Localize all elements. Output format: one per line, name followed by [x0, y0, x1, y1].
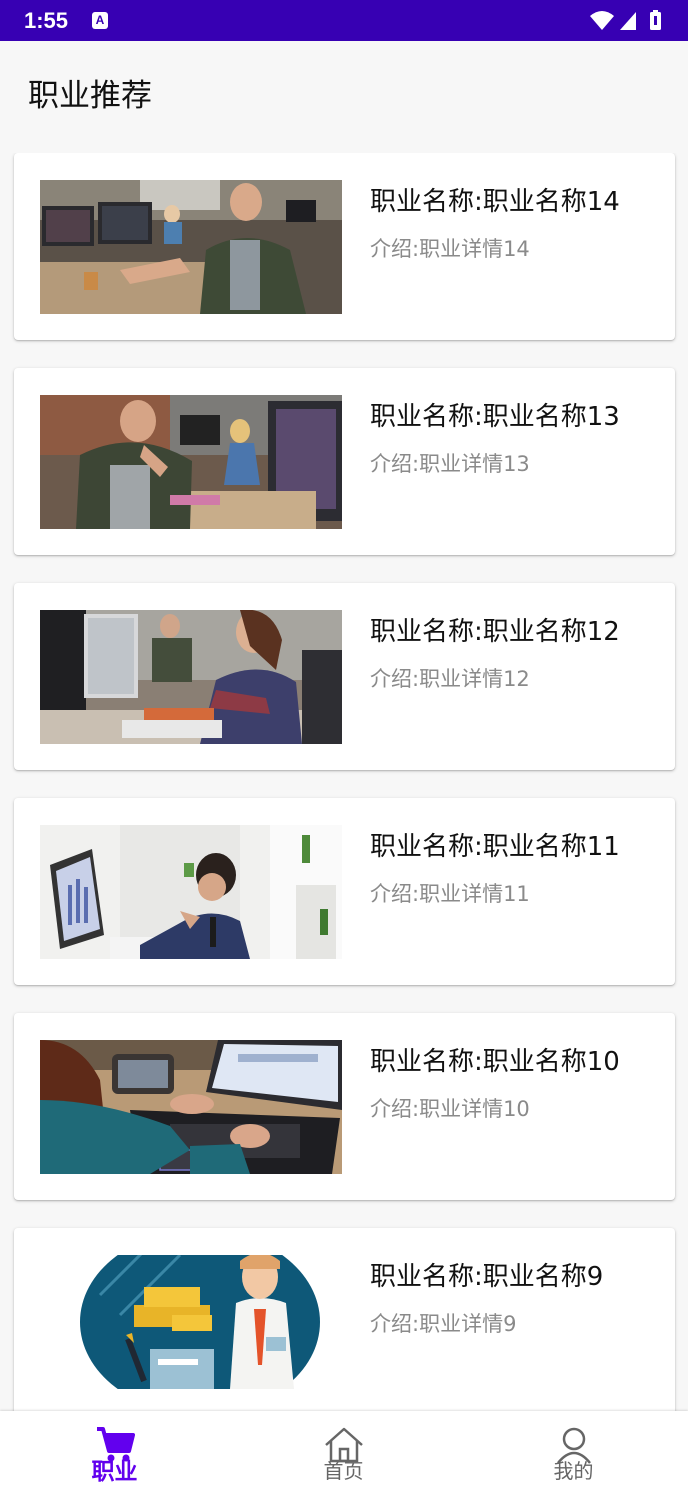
career-title: 职业名称:职业名称14: [370, 187, 620, 217]
career-desc: 介绍:职业详情11: [370, 882, 530, 906]
career-title: 职业名称:职业名称12: [370, 617, 620, 647]
career-card[interactable]: 职业名称:职业名称9 介绍:职业详情9: [14, 1228, 675, 1411]
battery-icon: [650, 10, 661, 30]
a-badge-icon: A: [92, 12, 108, 29]
career-desc: 介绍:职业详情12: [370, 667, 530, 691]
office-man-smiling-photo: [40, 180, 342, 314]
status-time: 1:55: [24, 8, 69, 33]
career-desc: 介绍:职业详情10: [370, 1097, 530, 1121]
finance-illustration: [40, 1255, 342, 1389]
bottom-nav: 职业 首页 我的: [0, 1411, 688, 1494]
career-title: 职业名称:职业名称13: [370, 402, 620, 432]
career-title: 职业名称:职业名称11: [370, 832, 620, 862]
page-title: 职业推荐: [28, 78, 152, 114]
career-title: 职业名称:职业名称10: [370, 1047, 620, 1077]
nav-item-home[interactable]: 首页: [229, 1411, 458, 1494]
career-desc: 介绍:职业详情13: [370, 452, 530, 476]
businessman-with-monitor-photo: [40, 825, 342, 959]
career-card[interactable]: 职业名称:职业名称13 介绍:职业详情13: [14, 368, 675, 555]
career-card[interactable]: 职业名称:职业名称12 介绍:职业详情12: [14, 583, 675, 770]
status-icons: [588, 8, 668, 34]
career-card[interactable]: 职业名称:职业名称14 介绍:职业详情14: [14, 153, 675, 340]
nav-item-profile[interactable]: 我的: [459, 1411, 688, 1494]
career-desc: 介绍:职业详情9: [370, 1312, 517, 1336]
career-desc: 介绍:职业详情14: [370, 237, 530, 261]
nav-label-career: 职业: [91, 1459, 138, 1485]
laptop-typing-photo: [40, 1040, 342, 1174]
status-bar: 1:55 A: [0, 0, 688, 41]
career-card[interactable]: 职业名称:职业名称11 介绍:职业详情11: [14, 798, 675, 985]
office-woman-at-desk-photo: [40, 610, 342, 744]
career-list[interactable]: 职业名称:职业名称14 介绍:职业详情14 职业名称:职业名称13 介绍:职业详…: [0, 153, 688, 1411]
nav-label-profile: 我的: [553, 1459, 594, 1483]
career-title: 职业名称:职业名称9: [370, 1262, 604, 1292]
signal-icon: [620, 12, 636, 30]
nav-label-home: 首页: [323, 1459, 364, 1483]
nav-item-career[interactable]: 职业: [0, 1411, 229, 1494]
career-card[interactable]: 职业名称:职业名称10 介绍:职业详情10: [14, 1013, 675, 1200]
office-man-thinking-photo: [40, 395, 342, 529]
wifi-icon: [590, 11, 614, 30]
